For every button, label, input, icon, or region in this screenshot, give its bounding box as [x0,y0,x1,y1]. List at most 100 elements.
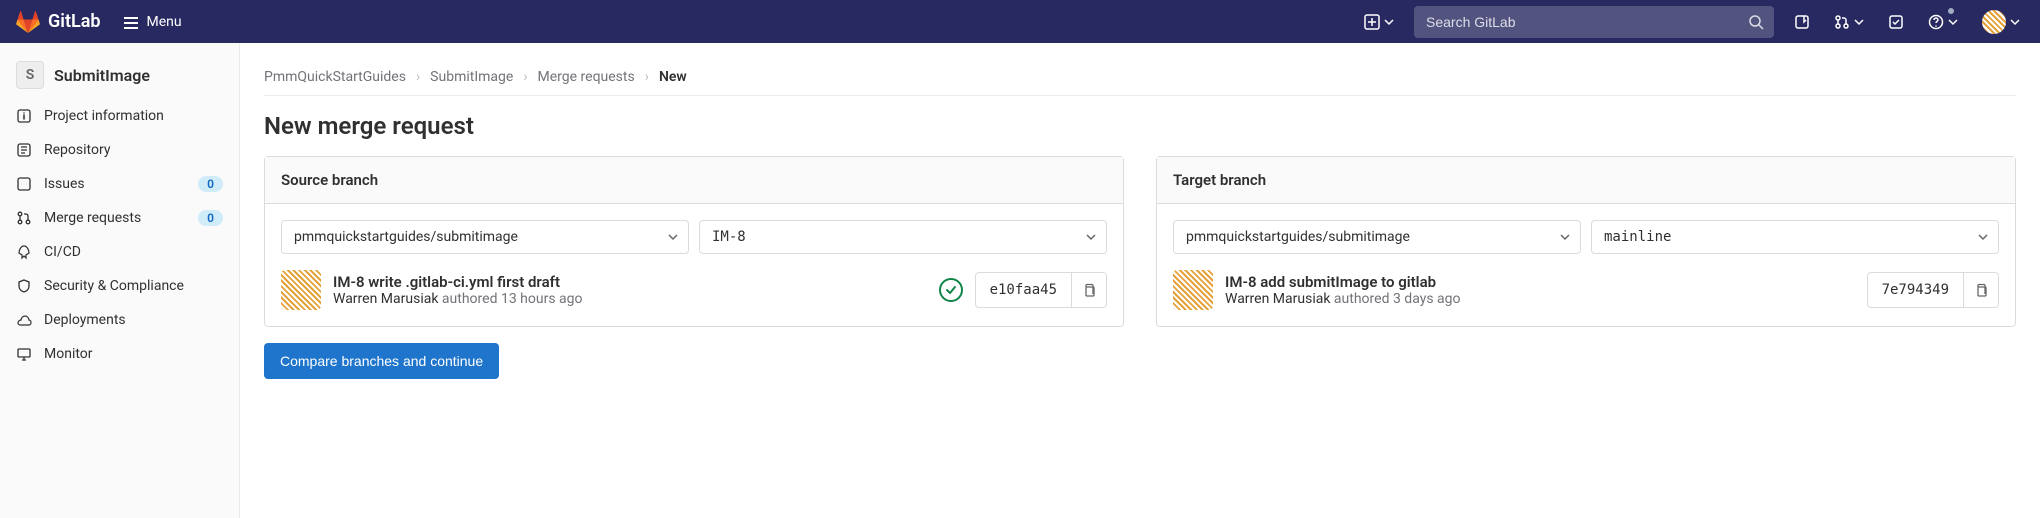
user-menu[interactable] [1978,6,2024,38]
commit-meta: Warren Marusiak authored 13 hours ago [333,291,927,307]
source-branch-value: IM-8 [712,229,746,245]
sidebar-project-link[interactable]: S SubmitImage [0,51,239,99]
commit-time: 3 days ago [1393,291,1461,307]
search-icon [1748,14,1764,30]
merge-request-icon [1834,14,1850,30]
chevron-down-icon [1086,232,1096,242]
chevron-down-icon [1978,232,1988,242]
breadcrumb-group[interactable]: PmmQuickStartGuides [264,69,406,85]
project-avatar: S [16,61,44,89]
copy-sha-button[interactable] [1964,272,1999,308]
sidebar-item-label: CI/CD [44,244,223,260]
chevron-down-icon [1560,232,1570,242]
issues-nav-icon[interactable] [1790,10,1814,34]
avatar [1982,10,2006,34]
source-branch-selector[interactable]: IM-8 [699,220,1107,254]
source-project-selector[interactable]: pmmquickstartguides/submitimage [281,220,689,254]
breadcrumb: PmmQuickStartGuides › SubmitImage › Merg… [264,59,2016,96]
commit-time: 13 hours ago [501,291,583,307]
info-icon [16,108,32,124]
chevron-down-icon [1384,17,1394,27]
todo-icon [1888,14,1904,30]
sidebar-item-label: Security & Compliance [44,278,223,294]
repository-icon [16,142,32,158]
breadcrumb-current: New [659,69,687,85]
breadcrumb-section[interactable]: Merge requests [538,69,635,85]
hamburger-icon [123,14,139,30]
question-circle-icon [1928,14,1944,30]
commit-author-avatar[interactable] [281,270,321,310]
sidebar-item-repository[interactable]: Repository [0,133,239,167]
plus-dropdown[interactable] [1360,10,1398,34]
sidebar-item-label: Project information [44,108,223,124]
authored-word: authored [442,291,498,307]
sidebar-item-deployments[interactable]: Deployments [0,303,239,337]
monitor-icon [16,346,32,362]
sidebar-item-project-information[interactable]: Project information [0,99,239,133]
issues-badge: 0 [198,176,223,192]
commit-sha[interactable]: 7e794349 [1867,272,1964,308]
clipboard-icon [1082,283,1096,297]
commit-meta: Warren Marusiak authored 3 days ago [1225,291,1855,307]
source-project-value: pmmquickstartguides/submitimage [294,229,518,245]
chevron-right-icon: › [523,69,527,85]
merge-request-icon [16,210,32,226]
authored-word: authored [1334,291,1390,307]
todos-nav-icon[interactable] [1884,10,1908,34]
clipboard-icon [1974,283,1988,297]
shield-icon [16,278,32,294]
sidebar-item-label: Monitor [44,346,223,362]
chevron-down-icon [668,232,678,242]
chevron-down-icon [1854,17,1864,27]
search-input[interactable] [1414,6,1774,38]
issues-icon [1794,14,1810,30]
sidebar-item-label: Repository [44,142,223,158]
sidebar-item-label: Deployments [44,312,223,328]
source-branch-panel: Source branch pmmquickstartguides/submit… [264,156,1124,327]
sidebar-item-monitor[interactable]: Monitor [0,337,239,371]
chevron-down-icon [1948,17,1958,27]
target-project-value: pmmquickstartguides/submitimage [1186,229,1410,245]
target-branch-header: Target branch [1157,157,2015,204]
merge-requests-nav-dropdown[interactable] [1830,10,1868,34]
brand-text: GitLab [48,11,101,32]
issues-icon [16,176,32,192]
sidebar-item-label: Issues [44,176,186,192]
gitlab-logo-icon [16,10,40,34]
compare-branches-button[interactable]: Compare branches and continue [264,343,499,379]
source-branch-header: Source branch [265,157,1123,204]
deployments-icon [16,312,32,328]
sidebar-item-cicd[interactable]: CI/CD [0,235,239,269]
commit-title[interactable]: IM-8 add submitImage to gitlab [1225,273,1855,291]
commit-author[interactable]: Warren Marusiak [1225,291,1330,307]
search-box [1414,6,1774,38]
target-branch-selector[interactable]: mainline [1591,220,1999,254]
menu-label: Menu [147,14,182,30]
commit-title[interactable]: IM-8 write .gitlab-ci.yml first draft [333,273,927,291]
sidebar-item-issues[interactable]: Issues 0 [0,167,239,201]
chevron-right-icon: › [416,69,420,85]
page-title: New merge request [264,112,2016,140]
breadcrumb-project[interactable]: SubmitImage [430,69,513,85]
sidebar-item-security[interactable]: Security & Compliance [0,269,239,303]
sidebar-item-label: Merge requests [44,210,186,226]
plus-square-icon [1364,14,1380,30]
sidebar: S SubmitImage Project information Reposi… [0,43,240,518]
rocket-icon [16,244,32,260]
commit-author-avatar[interactable] [1173,270,1213,310]
gitlab-logo[interactable]: GitLab [16,10,101,34]
merge-requests-badge: 0 [198,210,223,226]
chevron-down-icon [2010,17,2020,27]
target-project-selector[interactable]: pmmquickstartguides/submitimage [1173,220,1581,254]
chevron-right-icon: › [645,69,649,85]
target-branch-value: mainline [1604,229,1671,245]
sidebar-item-merge-requests[interactable]: Merge requests 0 [0,201,239,235]
menu-button[interactable]: Menu [113,8,192,36]
copy-sha-button[interactable] [1072,272,1107,308]
notification-dot [1948,8,1954,14]
commit-sha[interactable]: e10faa45 [975,272,1072,308]
commit-author[interactable]: Warren Marusiak [333,291,438,307]
pipeline-status-success-icon[interactable] [939,278,963,302]
target-branch-panel: Target branch pmmquickstartguides/submit… [1156,156,2016,327]
help-dropdown[interactable] [1924,10,1962,34]
